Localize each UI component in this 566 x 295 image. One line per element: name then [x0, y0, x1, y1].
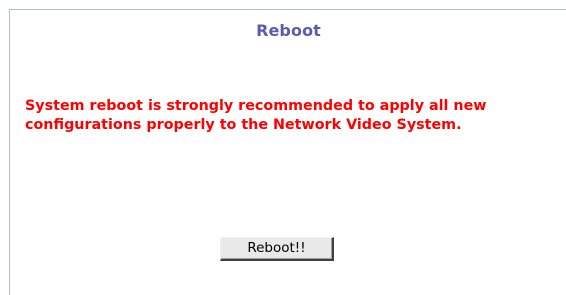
warning-line-1: System reboot is strongly recommended to… [25, 98, 487, 114]
warning-line-2: configurations properly to the Network V… [25, 117, 462, 133]
reboot-warning-message: System reboot is strongly recommended to… [25, 97, 560, 135]
page-title: Reboot [256, 21, 321, 40]
reboot-button[interactable]: Reboot!! [220, 237, 334, 261]
